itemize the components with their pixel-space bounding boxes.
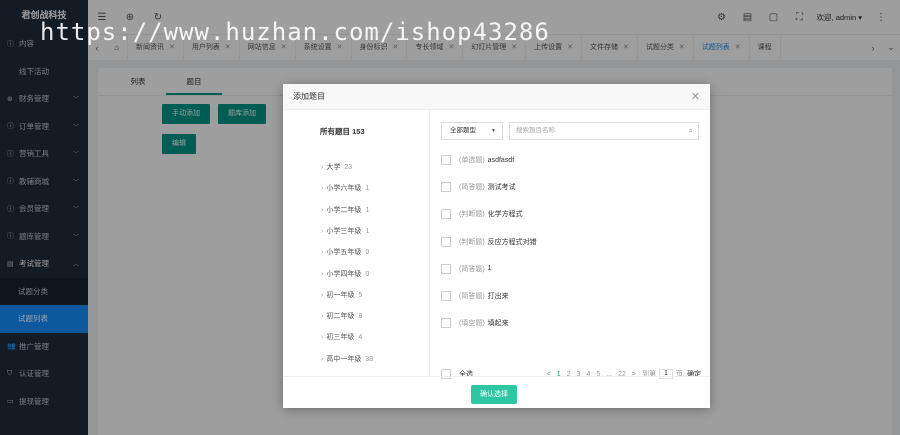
- chevron-right-icon: ›: [321, 227, 324, 235]
- tree-item[interactable]: › 初一年级 5: [321, 290, 362, 300]
- question-text: 化学方程式: [487, 211, 523, 219]
- question-row[interactable]: (简答题) 1: [441, 263, 492, 275]
- caret-down-icon: ▼: [491, 128, 496, 134]
- add-question-modal: 添加题目 ✕ 所有题目 153 › 大学 23 › 小学六年级 1 › 小学二年级 1 › 小学三年…: [283, 84, 710, 408]
- search-placeholder: 搜索题目名称: [516, 127, 555, 134]
- question-checkbox[interactable]: [441, 291, 451, 301]
- question-checkbox[interactable]: [441, 155, 451, 165]
- question-type: (判断题): [459, 238, 485, 246]
- question-row[interactable]: (填空题) 填起来: [441, 317, 509, 329]
- tree-item-count: 0: [365, 249, 370, 257]
- search-icon[interactable]: ⌕: [689, 123, 693, 139]
- tree-item[interactable]: › 小学五年级 0: [321, 247, 369, 257]
- tree-item-label: 初二年级: [326, 313, 355, 321]
- tree-item-count: 38: [365, 355, 374, 363]
- tree-title[interactable]: 所有题目 153: [320, 126, 365, 137]
- modal-title: 添加题目: [293, 92, 325, 101]
- question-checkbox[interactable]: [441, 209, 451, 220]
- question-checkbox[interactable]: [441, 263, 451, 274]
- chevron-right-icon: ›: [321, 313, 324, 321]
- tree-item-label: 初一年级: [326, 291, 355, 299]
- search-input[interactable]: 搜索题目名称 ⌕: [509, 122, 699, 140]
- tree-item-count: 1: [365, 227, 370, 235]
- question-checkbox[interactable]: [441, 182, 451, 193]
- question-row[interactable]: (简答题) 打出来: [441, 290, 509, 302]
- question-checkbox[interactable]: [441, 236, 451, 247]
- question-type: (简答题): [459, 265, 485, 273]
- tree-item-count: 5: [358, 291, 363, 299]
- tree-item-label: 初三年级: [326, 334, 355, 342]
- tree-item[interactable]: › 小学六年级 1: [321, 183, 369, 193]
- tree-item-count: 0: [365, 270, 370, 278]
- tree-item-label: 高中一年级: [326, 355, 362, 363]
- tree-item[interactable]: › 大学 23: [321, 162, 352, 172]
- watermark: https://www.huzhan.com/ishop43286: [40, 18, 550, 46]
- tree-item-label: 小学五年级: [326, 249, 362, 257]
- tree-item[interactable]: › 初二年级 8: [321, 311, 362, 321]
- chevron-right-icon: ›: [321, 355, 324, 363]
- question-text: 1: [487, 265, 492, 273]
- chevron-right-icon: ›: [321, 164, 324, 171]
- question-row[interactable]: (判断题) 化学方程式: [441, 208, 523, 220]
- question-text: 反应方程式对错: [487, 238, 537, 246]
- chevron-right-icon: ›: [321, 334, 324, 342]
- modal-header: 添加题目 ✕: [283, 84, 710, 110]
- chevron-right-icon: ›: [321, 291, 324, 299]
- question-type: (判断题): [459, 211, 485, 219]
- tree-item[interactable]: › 小学四年级 0: [321, 269, 369, 279]
- close-icon[interactable]: ✕: [691, 84, 700, 110]
- question-panel: 全部题型 ▼ 搜索题目名称 ⌕ (单选题) asdfasdf (简答题) 测试考试 (判…: [431, 110, 710, 379]
- question-checkbox[interactable]: [441, 318, 451, 329]
- tree-item[interactable]: › 小学三年级 1: [321, 226, 369, 236]
- tree-item-label: 小学三年级: [326, 227, 362, 235]
- category-tree: 所有题目 153 › 大学 23 › 小学六年级 1 › 小学二年级 1 › 小学三年级 1 › 小学五年…: [283, 110, 430, 376]
- question-type-value: 全部题型: [450, 127, 476, 134]
- tree-item-count: 23: [344, 164, 353, 171]
- confirm-select-button[interactable]: 确认选择: [471, 385, 517, 404]
- question-row[interactable]: (简答题) 测试考试: [441, 181, 516, 193]
- question-text: 打出来: [487, 293, 509, 300]
- chevron-right-icon: ›: [321, 249, 324, 257]
- question-text: 填起来: [487, 320, 509, 328]
- question-type: (简答题): [459, 293, 485, 300]
- tree-item-count: 1: [365, 185, 370, 193]
- question-type: (单选题): [459, 157, 485, 164]
- chevron-right-icon: ›: [321, 270, 324, 278]
- modal-footer: 确认选择: [283, 376, 710, 408]
- tree-item-label: 小学四年级: [326, 270, 362, 278]
- question-type-select[interactable]: 全部题型 ▼: [441, 122, 503, 140]
- tree-item[interactable]: › 初三年级 4: [321, 332, 362, 342]
- question-row[interactable]: (单选题) asdfasdf: [441, 154, 514, 166]
- question-text: asdfasdf: [487, 156, 515, 164]
- question-row[interactable]: (判断题) 反应方程式对错: [441, 236, 537, 248]
- question-type: (简答题): [459, 184, 485, 192]
- chevron-right-icon: ›: [321, 185, 324, 193]
- tree-item-count: 8: [358, 313, 363, 321]
- question-text: 测试考试: [487, 184, 516, 192]
- question-type: (填空题): [459, 320, 485, 328]
- tree-item-count: 4: [358, 334, 363, 342]
- tree-item[interactable]: › 小学二年级 1: [321, 205, 369, 215]
- tree-item-label: 小学六年级: [326, 185, 362, 193]
- chevron-right-icon: ›: [321, 206, 324, 214]
- tree-item-label: 小学二年级: [326, 206, 362, 214]
- tree-item-count: 1: [365, 206, 370, 214]
- tree-item[interactable]: › 高中一年级 38: [321, 354, 373, 364]
- tree-item-label: 大学: [326, 164, 341, 171]
